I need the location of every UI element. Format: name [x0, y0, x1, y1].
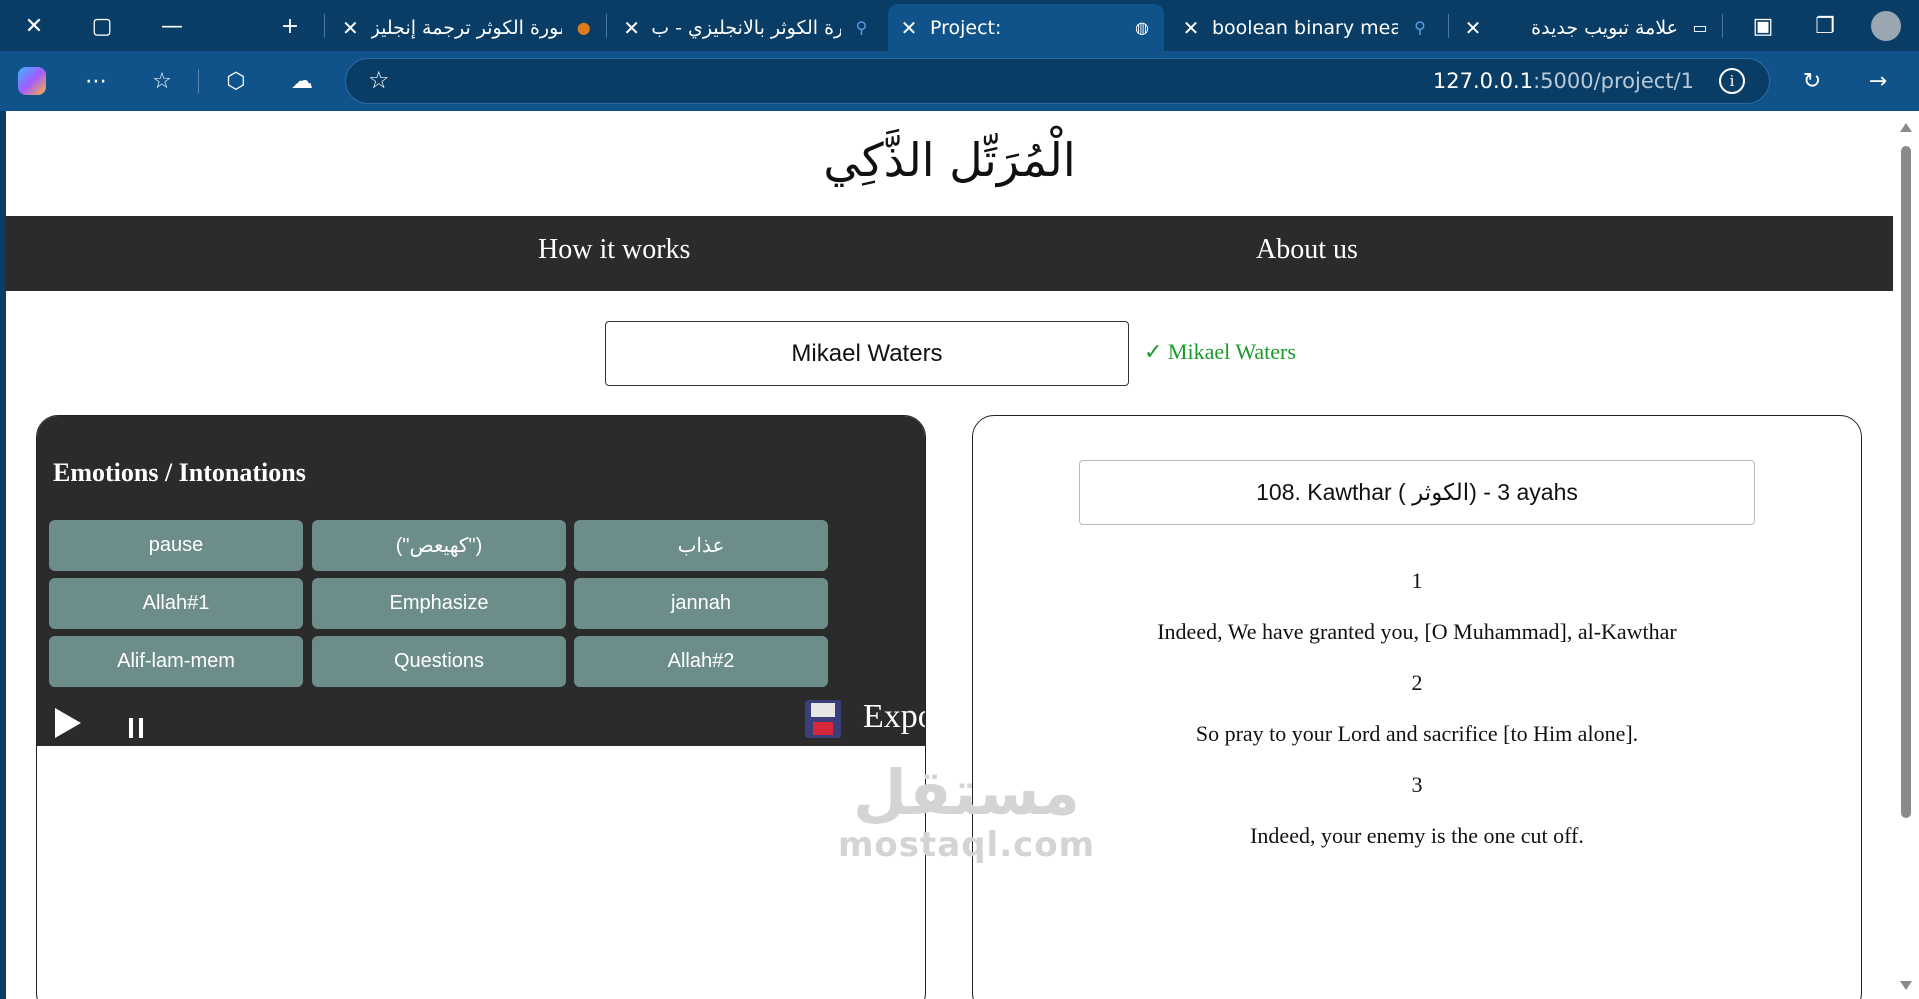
workspaces-icon[interactable]: ❐ [1807, 8, 1843, 44]
main-navbar: How it works About us [6, 216, 1893, 291]
forward-icon[interactable]: → [1860, 63, 1896, 99]
save-icon[interactable] [805, 700, 841, 738]
tab-5[interactable]: ✕ علامة تبويب جديدة ▭ [1452, 4, 1722, 51]
url-text[interactable]: 127.0.0.1:5000/project/1 [1433, 69, 1694, 93]
tab-1[interactable]: ✕ سورة الكوثر ترجمة إنجليز ● [330, 4, 605, 51]
emotions-card: Emotions / Intonations pause ("كهيعص") ع… [36, 415, 926, 999]
profile-avatar-icon[interactable] [1868, 8, 1904, 44]
emotions-panel: Emotions / Intonations pause ("كهيعص") ع… [37, 416, 925, 746]
emotion-button-kaf-ha-ya-ain-sad[interactable]: ("كهيعص") [312, 520, 566, 571]
extensions-icon[interactable]: ⬡ [218, 63, 254, 99]
tab-actions-icon[interactable]: ▢ [84, 8, 120, 44]
tab-title: boolean binary meaning [1212, 16, 1398, 39]
pause-icon[interactable] [129, 718, 143, 738]
close-tab-icon[interactable]: ✕ [1462, 16, 1484, 40]
scroll-thumb[interactable] [1901, 146, 1911, 818]
browser-toolbar: ⋯ ☆ ⬡ ☁ ☆ 127.0.0.1:5000/project/1 i ↻ → [0, 51, 1919, 111]
emotion-button-jannah[interactable]: jannah [574, 578, 828, 629]
refresh-icon[interactable]: ↻ [1794, 63, 1830, 99]
emotion-button-allah-1[interactable]: Allah#1 [49, 578, 303, 629]
ayah-text: Indeed, your enemy is the one cut off. [1250, 823, 1584, 848]
site-logo[interactable]: الْمُرَتِّل الذَّكِي [6, 133, 1893, 187]
tab-title: Project: [930, 16, 1002, 39]
new-tab-icon[interactable]: + [272, 8, 308, 44]
emotion-button-allah-2[interactable]: Allah#2 [574, 636, 828, 687]
url-host: 127.0.0.1 [1432, 69, 1534, 93]
tab-title: علامة تبويب جديدة [1531, 16, 1678, 39]
close-window-icon[interactable]: ✕ [16, 8, 52, 44]
reciter-name-input[interactable] [605, 321, 1129, 386]
globe-icon: ◍ [1135, 18, 1149, 37]
page-viewport: الْمُرَتِّل الذَّكِي How it works About … [6, 111, 1893, 999]
address-bar[interactable]: ☆ 127.0.0.1:5000/project/1 i [345, 58, 1770, 104]
copilot-icon[interactable] [14, 63, 50, 99]
favorites-icon[interactable]: ☆ [144, 63, 180, 99]
surah-selector[interactable]: 108. Kawthar ( الكوثر) - 3 ayahs [1079, 460, 1755, 525]
collections-icon[interactable]: ☁ [284, 63, 320, 99]
watermark: مستقل mostaql.com [838, 756, 1096, 865]
minimize-icon[interactable]: — [154, 8, 190, 44]
scroll-up-icon[interactable] [1900, 123, 1912, 132]
emotion-button-questions[interactable]: Questions [312, 636, 566, 687]
site-info-icon[interactable]: i [1719, 68, 1745, 94]
url-path: :5000/project/1 [1533, 69, 1694, 93]
export-button[interactable]: Export [863, 698, 925, 736]
emotion-button-emphasize[interactable]: Emphasize [312, 578, 566, 629]
play-icon[interactable] [55, 708, 81, 738]
ayah-number: 1 [1411, 568, 1423, 593]
tab-bar: ✕ ▢ — + ✕ سورة الكوثر ترجمة إنجليز ● ✕ س… [0, 0, 1919, 51]
close-tab-icon[interactable]: ✕ [898, 16, 920, 40]
tab-3-active[interactable]: ✕ Project: ◍ [888, 4, 1164, 51]
add-favorite-icon[interactable]: ☆ [368, 66, 390, 94]
name-confirmation: ✓ Mikael Waters [1144, 339, 1296, 364]
page-scrollbar[interactable] [1893, 111, 1919, 999]
emotion-button-pause[interactable]: pause [49, 520, 303, 571]
emotion-button-adhab[interactable]: عذاب [574, 520, 828, 571]
ayah-number: 3 [1411, 772, 1423, 797]
scroll-down-icon[interactable] [1900, 981, 1912, 990]
close-tab-icon[interactable]: ✕ [622, 16, 641, 40]
tab-2[interactable]: ✕ سورة الكوثر بالانجليزي - ب ⚲ [612, 4, 882, 51]
emotion-button-alif-lam-mem[interactable]: Alif-lam-mem [49, 636, 303, 687]
search-icon: ⚲ [855, 18, 868, 37]
tab-title: سورة الكوثر ترجمة إنجليز [370, 16, 563, 39]
emotions-title: Emotions / Intonations [53, 458, 306, 487]
ayah-text: Indeed, We have granted you, [O Muhammad… [1157, 619, 1677, 644]
ayah-text: So pray to your Lord and sacrifice [to H… [1195, 721, 1639, 746]
watermark-arabic: مستقل [853, 756, 1080, 829]
nav-how-it-works[interactable]: How it works [538, 234, 690, 266]
nav-about-us[interactable]: About us [1256, 234, 1358, 266]
tab-title: سورة الكوثر بالانجليزي - ب [651, 16, 842, 39]
vertical-tabs-icon[interactable]: ▣ [1745, 8, 1781, 44]
more-icon[interactable]: ⋯ [78, 63, 114, 99]
ayah-number: 2 [1411, 670, 1423, 695]
new-tab-page-icon: ▭ [1692, 18, 1708, 37]
site-favicon-icon: ● [576, 18, 591, 37]
close-tab-icon[interactable]: ✕ [1180, 16, 1202, 40]
search-icon: ⚲ [1414, 18, 1426, 37]
close-tab-icon[interactable]: ✕ [340, 16, 361, 40]
tab-4[interactable]: ✕ boolean binary meaning ⚲ [1170, 4, 1448, 51]
surah-card: 108. Kawthar ( الكوثر) - 3 ayahs 1 Indee… [972, 415, 1862, 999]
watermark-latin: mostaql.com [838, 825, 1096, 865]
